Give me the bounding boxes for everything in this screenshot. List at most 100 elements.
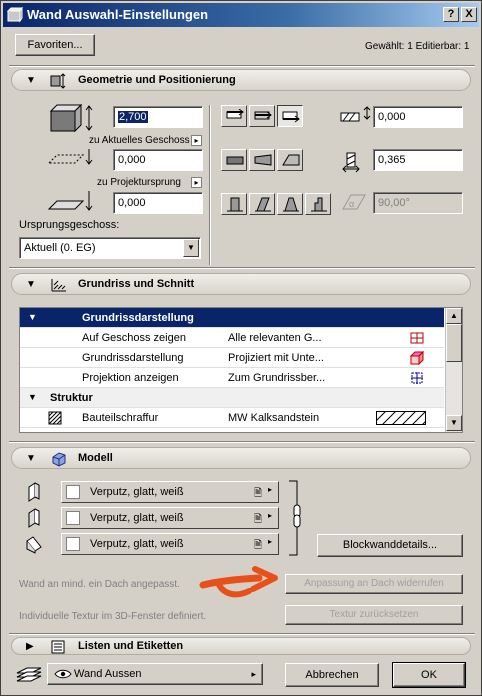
undo-roof-button: Anpassung an Dach widerrufen	[285, 574, 463, 594]
ref-story-popup-icon[interactable]: ▸	[191, 135, 202, 146]
table-row[interactable]: Projektion anzeigen Zum Grundrissber...	[20, 368, 444, 388]
surface-edge-icon	[28, 508, 40, 528]
wall-profile-slanted-button[interactable]	[249, 193, 275, 215]
surface-label: Verputz, glatt, weiß	[90, 486, 184, 498]
wall-thickness-field[interactable]: 0,365	[373, 149, 463, 171]
wall-profile-double-slanted-button[interactable]	[277, 193, 303, 215]
reference-line-center-icon	[254, 111, 272, 120]
floorplan-display-icon	[410, 351, 424, 365]
wall-profile-complex-button[interactable]	[305, 193, 331, 215]
section-model-header[interactable]: ▼ Modell	[11, 447, 471, 469]
collapse-triangle-icon[interactable]: ▼	[26, 279, 36, 290]
table-row[interactable]: Grundrissdarstellung Projiziert mit Unte…	[20, 348, 444, 368]
model-icon	[52, 452, 66, 467]
popup-arrow-icon[interactable]: ▸	[268, 511, 272, 520]
section-geometry-title: Geometrie und Positionierung	[78, 74, 236, 86]
elevation-field[interactable]: 0,000	[113, 192, 203, 214]
elevation-icon	[47, 191, 93, 211]
wall-polygonal-button[interactable]	[277, 149, 303, 171]
favorites-button[interactable]: Favoriten...	[15, 34, 95, 56]
table-row[interactable]: Auf Geschoss zeigen Alle relevanten G...	[20, 328, 444, 348]
surface-outside-picker[interactable]: Verputz, glatt, weiß 🗎 ▸	[61, 481, 279, 503]
group-label: Grundrissdarstellung	[82, 312, 194, 324]
section-floorplan-header[interactable]: ▼ Grundriss und Schnitt	[11, 273, 471, 295]
surface-swatch	[66, 485, 80, 499]
chain-link-icon[interactable]	[285, 479, 305, 557]
expand-triangle-icon[interactable]: ▼	[28, 312, 37, 322]
wall-polygonal-icon	[282, 154, 300, 166]
wall-straight-icon	[226, 156, 244, 165]
bottom-offset-field[interactable]: 0,000	[113, 149, 203, 171]
divider	[9, 65, 475, 67]
material-icon: 🗎	[254, 540, 263, 551]
title-bar: Wand Auswahl-Einstellungen ? X	[3, 3, 479, 27]
surface-swatch	[66, 511, 80, 525]
show-on-stories-icon	[410, 332, 424, 344]
table-scrollbar[interactable]: ▲ ▼	[445, 308, 462, 432]
scroll-up-icon[interactable]: ▲	[446, 308, 462, 324]
section-lists-header[interactable]: ▶ Listen und Etiketten	[11, 637, 471, 655]
layer-icon	[16, 667, 42, 682]
wall-straight-button[interactable]	[221, 149, 247, 171]
geometry-icon	[50, 73, 66, 89]
surface-inside-icon	[26, 536, 42, 554]
wall-tool-icon	[7, 7, 23, 23]
row-value: Projiziert mit Unte...	[228, 352, 324, 364]
show-projection-icon	[411, 372, 423, 384]
surface-label: Verputz, glatt, weiß	[90, 538, 184, 550]
wall-profile-straight-icon	[227, 197, 243, 212]
home-story-label: Ursprungsgeschoss:	[19, 219, 120, 231]
chevron-down-icon[interactable]: ▼	[183, 239, 199, 257]
section-geometry-header[interactable]: ▼ Geometrie und Positionierung	[11, 69, 471, 91]
surface-outside-icon	[28, 482, 40, 502]
table-row[interactable]: Bauteilschraffur MW Kalksandstein	[20, 408, 444, 428]
help-button[interactable]: ?	[443, 7, 459, 22]
reference-line-center-button[interactable]	[249, 105, 275, 127]
wall-offset-field[interactable]: 0,000	[373, 106, 463, 128]
column-separator	[209, 105, 211, 265]
wall-trapezoid-button[interactable]	[249, 149, 275, 171]
expand-triangle-icon[interactable]: ▶	[26, 641, 34, 652]
wall-thickness-icon	[342, 152, 360, 173]
material-icon: 🗎	[254, 514, 263, 525]
table-group-row[interactable]: ▼ Struktur	[20, 388, 444, 408]
surface-inside-picker[interactable]: Verputz, glatt, weiß 🗎 ▸	[61, 533, 279, 555]
row-name: Grundrissdarstellung	[82, 352, 184, 364]
lists-labels-icon	[51, 640, 65, 654]
scroll-down-icon[interactable]: ▼	[446, 415, 462, 431]
surface-edge-picker[interactable]: Verputz, glatt, weiß 🗎 ▸	[61, 507, 279, 529]
reset-texture-button: Textur zurücksetzen	[285, 605, 463, 625]
floorplan-section-icon	[51, 279, 66, 292]
svg-text:α: α	[349, 199, 354, 209]
row-name: Auf Geschoss zeigen	[82, 332, 186, 344]
wall-height-field[interactable]: 2,700	[113, 106, 203, 128]
reference-line-outside-button[interactable]	[221, 105, 247, 127]
ok-button[interactable]: OK	[392, 662, 466, 688]
section-floorplan-title: Grundriss und Schnitt	[78, 278, 195, 290]
home-story-dropdown[interactable]: Aktuell (0. EG) ▼	[19, 237, 201, 259]
wall-profile-straight-button[interactable]	[221, 193, 247, 215]
block-details-button[interactable]: Blockwanddetails...	[317, 534, 463, 557]
expand-triangle-icon[interactable]: ▼	[28, 392, 37, 402]
popup-arrow-icon[interactable]: ▸	[268, 537, 272, 546]
reference-line-inside-button[interactable]	[277, 105, 303, 127]
table-group-row[interactable]: ▼ Grundrissdarstellung	[20, 308, 444, 328]
scroll-thumb[interactable]	[446, 324, 462, 362]
collapse-triangle-icon[interactable]: ▼	[26, 75, 36, 86]
fill-pattern-preview	[376, 411, 426, 425]
popup-arrow-icon[interactable]: ▸	[268, 485, 272, 494]
wall-height-icon	[49, 103, 93, 133]
window-title: Wand Auswahl-Einstellungen	[27, 7, 209, 22]
bottom-offset-icon	[47, 149, 93, 165]
collapse-triangle-icon[interactable]: ▼	[26, 453, 36, 464]
row-name: Bauteilschraffur	[82, 412, 159, 424]
wall-profile-slanted-icon	[255, 197, 271, 212]
popup-arrow-icon[interactable]: ▸	[251, 664, 256, 684]
close-button[interactable]: X	[461, 7, 477, 22]
row-value: Alle relevanten G...	[228, 332, 322, 344]
layer-picker[interactable]: Wand Aussen ▸	[47, 663, 263, 685]
wall-profile-complex-icon	[311, 197, 327, 212]
cancel-button[interactable]: Abbrechen	[285, 663, 379, 687]
divider	[9, 267, 475, 269]
project-origin-popup-icon[interactable]: ▸	[191, 177, 202, 188]
